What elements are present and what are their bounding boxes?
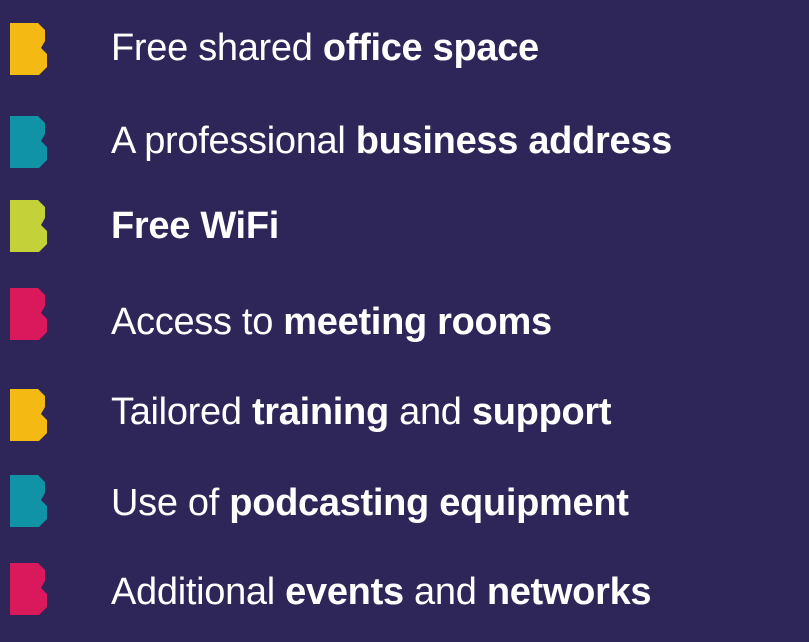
benefit-text-bold: podcasting equipment <box>229 482 629 524</box>
benefit-text-regular: Tailored <box>111 391 252 433</box>
benefit-text-bold: training <box>251 391 389 433</box>
b-logo-bullet-icon <box>10 116 54 168</box>
b-logo-bullet-icon <box>10 563 54 615</box>
benefit-text-regular: Use of <box>111 482 230 524</box>
benefit-item: A professional business address <box>0 93 809 187</box>
benefit-item: Free WiFi <box>0 180 809 274</box>
benefit-text-bold: events <box>285 571 404 613</box>
b-logo-bullet-icon <box>10 389 54 441</box>
benefit-text-bold: networks <box>486 571 652 613</box>
benefit-text: Free WiFi <box>111 204 279 248</box>
b-logo-bullet-icon <box>10 475 54 527</box>
benefit-text-regular: Access to <box>111 301 284 343</box>
b-logo-bullet-icon <box>10 23 54 75</box>
benefit-item: Tailored training and support <box>0 366 809 460</box>
benefit-item: Access to meeting rooms <box>0 272 809 366</box>
benefit-text: Tailored training and support <box>111 390 612 434</box>
benefit-item: Use of podcasting equipment <box>0 455 809 549</box>
benefit-text: Use of podcasting equipment <box>111 481 629 525</box>
benefit-item: Free shared office space <box>0 0 809 94</box>
benefit-text: Additional events and networks <box>111 570 652 614</box>
benefit-text: Access to meeting rooms <box>111 300 552 344</box>
benefit-text-regular: A professional <box>111 120 356 162</box>
benefit-text-regular: and <box>388 391 472 433</box>
benefits-list: Free shared office space A professional b… <box>0 0 809 616</box>
benefit-text: A professional business address <box>111 119 672 163</box>
b-logo-bullet-icon <box>10 288 54 340</box>
benefit-text-bold: business address <box>355 120 673 162</box>
benefit-text-bold: office space <box>322 27 539 69</box>
benefit-text-bold: meeting rooms <box>283 301 552 343</box>
b-logo-bullet-icon <box>10 200 54 252</box>
benefit-item: Additional events and networks <box>0 548 809 642</box>
benefit-text: Free shared office space <box>111 26 539 70</box>
benefit-text-regular: Additional <box>111 571 286 613</box>
benefit-text-bold: Free WiFi <box>111 205 279 247</box>
benefit-text-bold: support <box>471 391 612 433</box>
benefit-text-regular: Free shared <box>111 27 323 69</box>
benefit-text-regular: and <box>403 571 487 613</box>
